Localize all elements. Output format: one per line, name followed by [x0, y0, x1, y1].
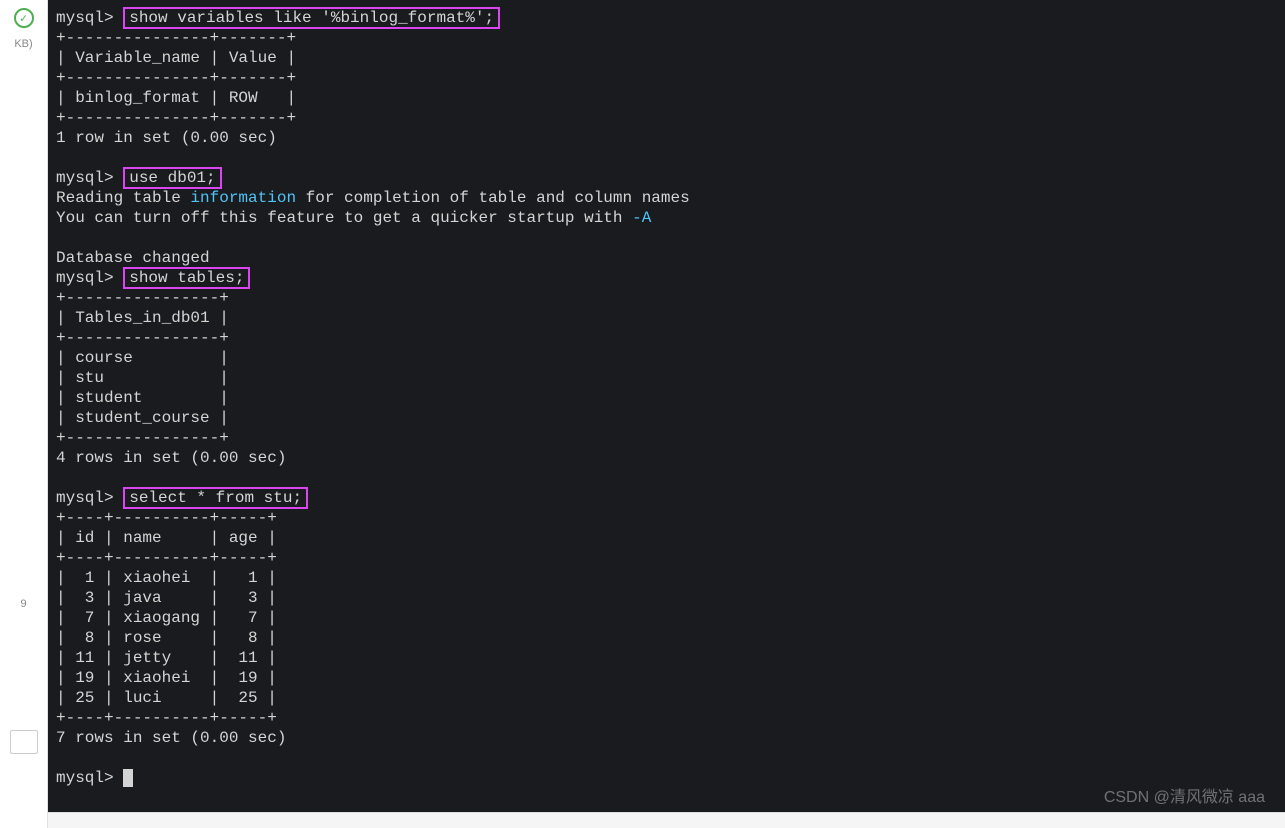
table-row: | student_course | [56, 409, 229, 427]
left-panel: ✓ KB) 9 [0, 0, 48, 828]
result-line: 1 row in set (0.00 sec) [56, 129, 277, 147]
cmd-select-stu: select * from stu; [123, 487, 308, 509]
kb-label: KB) [14, 38, 32, 50]
table-row: | 3 | java | 3 | [56, 589, 277, 607]
side-number: 9 [20, 598, 26, 610]
cursor-icon [123, 769, 133, 787]
table-row: | 1 | xiaohei | 1 | [56, 569, 277, 587]
table-row: | 8 | rose | 8 | [56, 629, 277, 647]
table-separator: +----+----------+-----+ [56, 549, 277, 567]
table-row: | stu | [56, 369, 229, 387]
db-changed: Database changed [56, 249, 210, 267]
flag-a: -A [632, 209, 651, 227]
turnoff-text: You can turn off this feature to get a q… [56, 209, 632, 227]
mysql-prompt: mysql> [56, 769, 114, 787]
watermark-text: CSDN @清风微凉 aaa [1104, 788, 1265, 808]
result-line: 7 rows in set (0.00 sec) [56, 729, 286, 747]
cmd-show-tables: show tables; [123, 267, 250, 289]
table-row: | 19 | xiaohei | 19 | [56, 669, 277, 687]
result-line: 4 rows in set (0.00 sec) [56, 449, 286, 467]
table-separator: +----------------+ [56, 429, 229, 447]
table-separator: +----+----------+-----+ [56, 709, 277, 727]
table-row: | 7 | xiaogang | 7 | [56, 609, 277, 627]
cmd-use-db: use db01; [123, 167, 221, 189]
table-header: | Tables_in_db01 | [56, 309, 229, 327]
information-keyword: information [190, 189, 296, 207]
table-row: | student | [56, 389, 229, 407]
mysql-prompt: mysql> [56, 269, 114, 287]
table-header: | Variable_name | Value | [56, 49, 296, 67]
bottom-bar [48, 812, 1285, 828]
table-row: | binlog_format | ROW | [56, 89, 296, 107]
side-box [10, 730, 38, 754]
status-check-icon: ✓ [14, 8, 34, 28]
mysql-prompt: mysql> [56, 169, 114, 187]
reading-text: for completion of table and column names [296, 189, 690, 207]
table-separator: +----------------+ [56, 329, 229, 347]
table-separator: +---------------+-------+ [56, 29, 296, 47]
cmd-show-variables: show variables like '%binlog_format%'; [123, 7, 500, 29]
table-row: | 11 | jetty | 11 | [56, 649, 277, 667]
table-row: | 25 | luci | 25 | [56, 689, 277, 707]
table-separator: +---------------+-------+ [56, 109, 296, 127]
mysql-prompt: mysql> [56, 9, 114, 27]
table-separator: +----+----------+-----+ [56, 509, 277, 527]
table-row: | course | [56, 349, 229, 367]
mysql-prompt: mysql> [56, 489, 114, 507]
table-separator: +---------------+-------+ [56, 69, 296, 87]
table-separator: +----------------+ [56, 289, 229, 307]
table-header: | id | name | age | [56, 529, 277, 547]
terminal-output[interactable]: mysql> show variables like '%binlog_form… [48, 0, 1285, 828]
reading-text: Reading table [56, 189, 190, 207]
